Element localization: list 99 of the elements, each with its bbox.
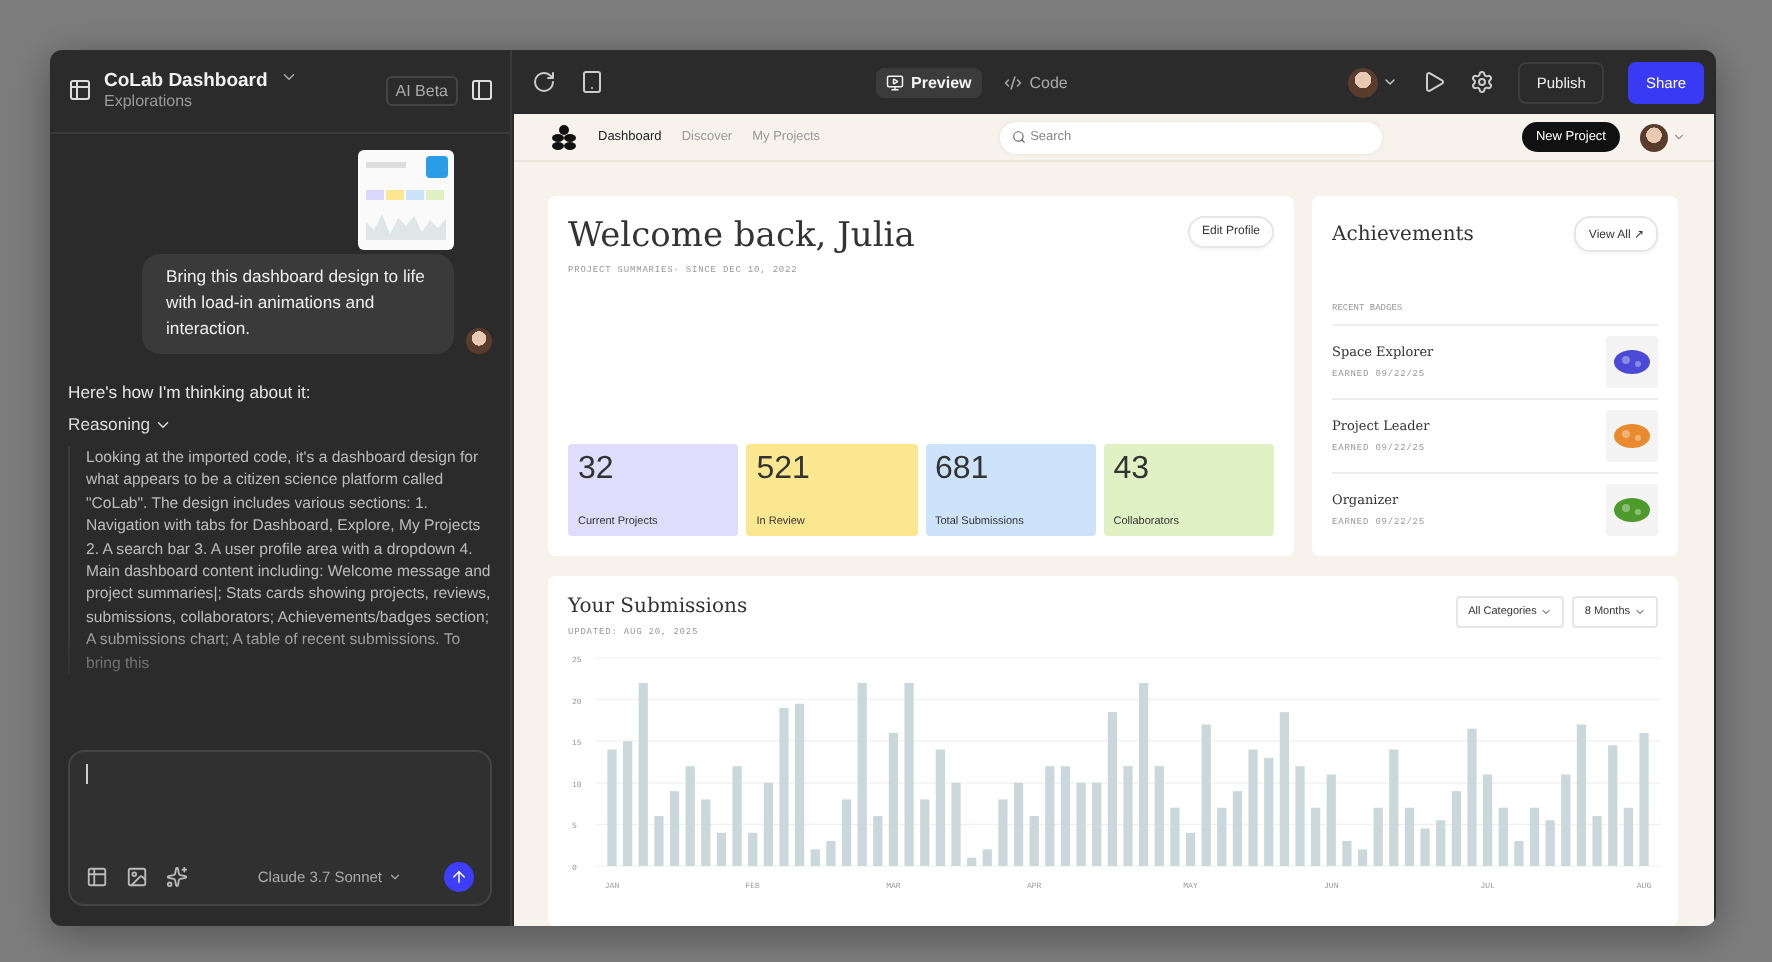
logo-icon[interactable] [68, 78, 92, 102]
code-icon[interactable] [1003, 73, 1022, 91]
chevron-icon[interactable] [1382, 74, 1399, 90]
user-message: Bring this dashboard design to life with load-in animations and interaction. [142, 254, 454, 354]
bar [1185, 832, 1196, 866]
badge-icon [1606, 410, 1658, 462]
bar [1076, 782, 1086, 866]
bar [951, 782, 961, 866]
bar [1483, 774, 1493, 866]
bar [841, 799, 852, 866]
stat-value: 681 [935, 452, 991, 488]
bar [826, 841, 836, 866]
bar [1123, 766, 1133, 866]
bar [1311, 807, 1321, 866]
bar [1217, 807, 1227, 866]
bar [873, 816, 883, 866]
device-icon[interactable] [580, 70, 604, 94]
sparkle-icon[interactable] [166, 866, 188, 888]
bar [1326, 774, 1336, 866]
bar [810, 849, 820, 866]
bar [1264, 757, 1274, 866]
bar [1154, 766, 1164, 866]
settings-icon[interactable] [1470, 70, 1495, 94]
bar [1639, 732, 1649, 866]
user-avatar[interactable] [1640, 123, 1668, 151]
bar [1420, 828, 1430, 866]
chevron-icon[interactable] [388, 870, 402, 884]
bar [1529, 807, 1540, 866]
bar [967, 857, 977, 866]
bar [654, 816, 664, 866]
reply-text: Here's how I'm thinking about it: [68, 382, 313, 402]
send-button[interactable] [444, 862, 474, 892]
bar [701, 799, 711, 866]
bar [1295, 766, 1305, 866]
bar [935, 749, 945, 866]
bar [1592, 816, 1602, 866]
refresh-icon[interactable] [532, 70, 556, 94]
bar [716, 832, 727, 866]
beta-badge: AI Beta [385, 75, 458, 105]
stat-value: 521 [756, 452, 812, 488]
bar [1060, 766, 1071, 866]
bar [1170, 807, 1180, 866]
user-avatar [466, 328, 492, 354]
user-avatar[interactable] [1348, 67, 1379, 97]
bar [1623, 807, 1633, 866]
bar [623, 741, 633, 866]
bar [607, 749, 617, 866]
project-title[interactable]: CoLab Dashboard [104, 70, 268, 92]
bar [888, 732, 899, 866]
text-cursor [86, 764, 88, 784]
chevron-icon[interactable] [279, 68, 298, 86]
bar [1092, 782, 1102, 866]
project-subtitle: Explorations [104, 92, 195, 110]
arrow-up-icon[interactable] [450, 868, 468, 886]
bar [1342, 841, 1352, 866]
bar [920, 799, 930, 866]
view-tab[interactable]: Code [993, 67, 1078, 97]
bar [1201, 724, 1211, 866]
bar [1561, 774, 1571, 866]
bar [1608, 745, 1618, 866]
sidebar-toggle-icon[interactable] [470, 78, 494, 102]
bar [982, 849, 992, 866]
badge-icon [1606, 484, 1658, 536]
bar [1576, 724, 1587, 866]
reasoning-toggle[interactable]: Reasoning [68, 414, 492, 434]
bar [1498, 807, 1508, 866]
bar [1451, 791, 1461, 866]
logo-icon[interactable] [550, 123, 578, 151]
bar [1467, 728, 1477, 866]
bar [1357, 849, 1368, 866]
bar [669, 791, 680, 866]
submissions-title: Your Submissions [568, 596, 748, 618]
bar [1232, 791, 1243, 866]
achievements-title: Achievements [1332, 224, 1474, 246]
view-tab[interactable]: Preview [875, 67, 982, 97]
bar [1545, 820, 1555, 866]
bar [1389, 749, 1399, 866]
grid-icon[interactable] [86, 866, 108, 888]
bar [1013, 782, 1024, 866]
bar [1248, 749, 1258, 866]
bar [732, 766, 742, 866]
image-icon[interactable] [126, 866, 148, 888]
bar [763, 782, 773, 866]
bar [1029, 816, 1039, 866]
welcome-title: Welcome back, Julia [568, 216, 915, 256]
monitor-icon[interactable] [885, 73, 903, 91]
search-icon [1012, 130, 1027, 144]
bar [1045, 766, 1055, 866]
play-icon[interactable] [1422, 70, 1447, 94]
bar [1404, 807, 1415, 866]
stat-value: 43 [1113, 452, 1152, 488]
bar [998, 799, 1008, 866]
bar [1514, 841, 1524, 866]
bar [748, 832, 758, 866]
bar [685, 766, 695, 866]
badge-icon [1606, 336, 1658, 388]
bar [1436, 820, 1446, 866]
bar [1373, 807, 1383, 866]
stat-value: 32 [578, 452, 616, 488]
